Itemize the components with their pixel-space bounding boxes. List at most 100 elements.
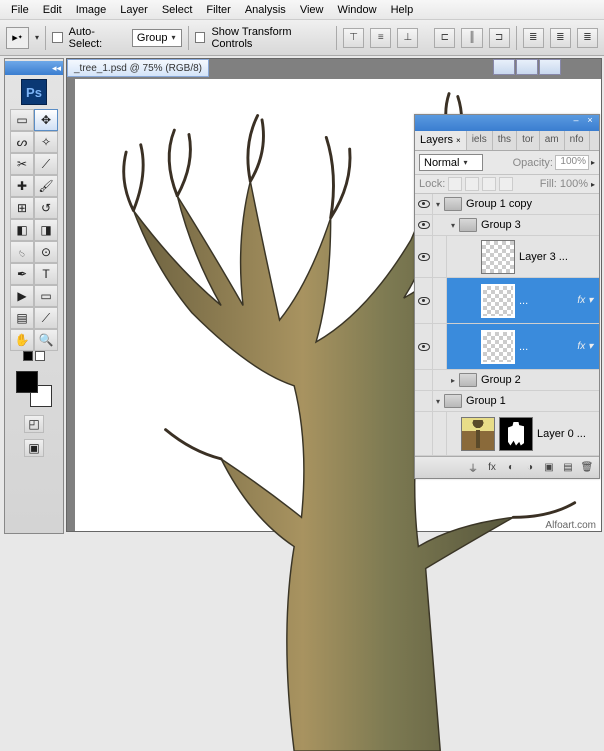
auto-select-dropdown[interactable]: Group ▾	[132, 29, 182, 47]
lasso-tool[interactable]: ᔕ	[10, 131, 34, 153]
lock-position-icon[interactable]	[482, 177, 496, 191]
move-tool[interactable]: ✥	[34, 109, 58, 131]
screen-mode-icon[interactable]: ▣	[24, 439, 44, 457]
menu-file[interactable]: File	[4, 2, 36, 18]
layer-name[interactable]: ...	[519, 341, 528, 353]
visibility-toggle[interactable]	[415, 236, 433, 277]
disclosure-icon[interactable]: ▾	[436, 200, 440, 209]
color-swatches[interactable]	[16, 371, 52, 407]
slice-tool[interactable]: ⟋	[34, 153, 58, 175]
layer-style-icon[interactable]: fx	[484, 461, 500, 475]
new-layer-icon[interactable]: ▤	[560, 461, 576, 475]
layer-thumbnail[interactable]	[481, 330, 515, 364]
fx-icon[interactable]: fx ▾	[577, 341, 593, 352]
fx-icon[interactable]: fx ▾	[577, 295, 593, 306]
path-selection-tool[interactable]: ▶	[10, 285, 34, 307]
layer-name[interactable]: Group 1 copy	[466, 198, 532, 210]
visibility-toggle[interactable]	[415, 391, 433, 411]
menu-help[interactable]: Help	[384, 2, 421, 18]
layer-row[interactable]: ... fx ▾	[415, 324, 599, 370]
layer-row[interactable]: Layer 0 ...	[415, 412, 599, 456]
zoom-tool[interactable]: 🔍	[34, 329, 58, 351]
tab-histogram[interactable]: am	[540, 131, 565, 150]
tools-header[interactable]: ◂◂	[5, 61, 63, 75]
layer-group-row[interactable]: ▾ Group 3	[415, 215, 599, 236]
layer-group-row[interactable]: ▸Group 2	[415, 370, 599, 391]
layer-thumbnail[interactable]	[481, 284, 515, 318]
type-tool[interactable]: T	[34, 263, 58, 285]
menu-analysis[interactable]: Analysis	[238, 2, 293, 18]
distribute-top-icon[interactable]: ≣	[523, 28, 544, 48]
distribute-vcenter-icon[interactable]: ≣	[550, 28, 571, 48]
foreground-color-swatch[interactable]	[16, 371, 38, 393]
crop-tool[interactable]: ✂	[10, 153, 34, 175]
visibility-toggle[interactable]	[415, 194, 433, 214]
pen-tool[interactable]: ✒	[10, 263, 34, 285]
visibility-toggle[interactable]	[415, 215, 433, 235]
healing-brush-tool[interactable]: ✚	[10, 175, 34, 197]
show-transform-checkbox[interactable]	[195, 32, 206, 43]
menu-window[interactable]: Window	[330, 2, 383, 18]
layer-row[interactable]: Layer 3 ...	[415, 236, 599, 278]
align-hcenter-icon[interactable]: ║	[461, 28, 482, 48]
layer-name[interactable]: Layer 3 ...	[519, 251, 568, 263]
quick-mask-icon[interactable]: ◰	[24, 415, 44, 433]
adjustment-layer-icon[interactable]: ◑	[522, 461, 538, 475]
close-icon[interactable]	[539, 59, 561, 75]
menu-view[interactable]: View	[293, 2, 331, 18]
layer-name[interactable]: ...	[519, 295, 528, 307]
align-vcenter-icon[interactable]: ≡	[370, 28, 391, 48]
brush-tool[interactable]: 🖌	[34, 175, 58, 197]
align-right-icon[interactable]: ⊐	[489, 28, 510, 48]
menu-select[interactable]: Select	[155, 2, 200, 18]
panel-header[interactable]: –×	[415, 115, 599, 131]
menu-image[interactable]: Image	[69, 2, 114, 18]
tab-layers[interactable]: Layers×	[415, 131, 467, 150]
layer-name[interactable]: Group 3	[481, 219, 521, 231]
blend-mode-dropdown[interactable]: Normal▾	[419, 154, 483, 171]
clone-stamp-tool[interactable]: ⊞	[10, 197, 34, 219]
layer-group-row[interactable]: ▾ Group 1 copy	[415, 194, 599, 215]
hand-tool[interactable]: ✋	[10, 329, 34, 351]
disclosure-icon[interactable]: ▾	[436, 397, 440, 406]
visibility-toggle[interactable]	[415, 370, 433, 390]
layer-mask-thumbnail[interactable]	[499, 417, 533, 451]
eraser-tool[interactable]: ◧	[10, 219, 34, 241]
lock-transparency-icon[interactable]	[448, 177, 462, 191]
link-layers-icon[interactable]: ⏚	[465, 461, 481, 475]
layer-group-row[interactable]: ▾ Group 1	[415, 391, 599, 412]
visibility-toggle[interactable]	[415, 278, 433, 323]
layer-row[interactable]: ... fx ▾	[415, 278, 599, 324]
lock-all-icon[interactable]	[499, 177, 513, 191]
visibility-toggle[interactable]	[415, 324, 433, 369]
layer-thumbnail[interactable]	[461, 417, 495, 451]
tab-info[interactable]: nfo	[565, 131, 590, 150]
document-window-buttons[interactable]	[492, 59, 561, 77]
maximize-icon[interactable]	[516, 59, 538, 75]
history-brush-tool[interactable]: ↺	[34, 197, 58, 219]
marquee-tool[interactable]: ▭	[10, 109, 34, 131]
gradient-tool[interactable]: ◨	[34, 219, 58, 241]
menu-edit[interactable]: Edit	[36, 2, 69, 18]
layer-name[interactable]: Group 1	[466, 395, 506, 407]
layer-name[interactable]: Group 2	[481, 374, 521, 386]
menu-filter[interactable]: Filter	[199, 2, 237, 18]
layer-thumbnail[interactable]	[481, 240, 515, 274]
minimize-icon[interactable]	[493, 59, 515, 75]
tool-preset-dropdown[interactable]: ▾	[35, 33, 39, 42]
align-top-icon[interactable]: ⊤	[343, 28, 364, 48]
disclosure-icon[interactable]: ▾	[451, 221, 455, 230]
notes-tool[interactable]: ▤	[10, 307, 34, 329]
blur-tool[interactable]: 𓄼	[10, 241, 34, 263]
dodge-tool[interactable]: ⊙	[34, 241, 58, 263]
tab-paths[interactable]: ths	[493, 131, 517, 150]
lock-pixels-icon[interactable]	[465, 177, 479, 191]
shape-tool[interactable]: ▭	[34, 285, 58, 307]
layer-name[interactable]: Layer 0 ...	[537, 428, 586, 440]
menu-layer[interactable]: Layer	[113, 2, 155, 18]
tab-channels[interactable]: iels	[467, 131, 493, 150]
default-swatches-icon[interactable]	[23, 351, 45, 361]
eyedropper-tool[interactable]: ⟋	[34, 307, 58, 329]
fill-input[interactable]: 100%	[560, 178, 588, 190]
delete-layer-icon[interactable]: 🗑	[579, 461, 595, 475]
